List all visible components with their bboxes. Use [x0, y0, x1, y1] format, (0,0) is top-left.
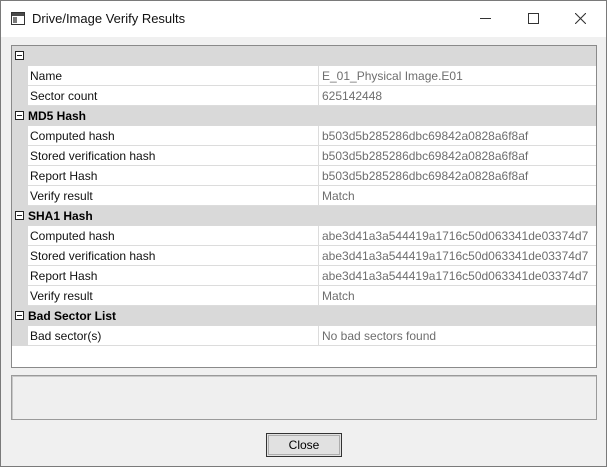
property-name: Stored verification hash: [28, 246, 319, 266]
property-row[interactable]: Sector count 625142448: [12, 86, 596, 106]
verify-results-window: Drive/Image Verify Results Name E_01_Phys…: [0, 0, 607, 467]
property-name: Name: [28, 66, 319, 86]
property-row[interactable]: Report Hash abe3d41a3a544419a1716c50d0633…: [12, 266, 596, 286]
row-gutter: [12, 126, 28, 146]
row-gutter: [12, 326, 28, 346]
row-gutter: [12, 146, 28, 166]
property-row[interactable]: Stored verification hash b503d5b285286dbc…: [12, 146, 596, 166]
collapse-icon[interactable]: [15, 51, 24, 60]
property-value[interactable]: abe3d41a3a544419a1716c50d063341de03374d7: [319, 246, 596, 266]
maximize-icon: [527, 12, 539, 24]
property-row[interactable]: Computed hash b503d5b285286dbc69842a0828a…: [12, 126, 596, 146]
property-row[interactable]: Verify result Match: [12, 286, 596, 306]
property-name: Report Hash: [28, 266, 319, 286]
property-row[interactable]: Verify result Match: [12, 186, 596, 206]
property-row[interactable]: Report Hash b503d5b285286dbc69842a0828a6f…: [12, 166, 596, 186]
property-name: Computed hash: [28, 126, 319, 146]
minimize-button[interactable]: [462, 1, 508, 35]
section-header-bad-sectors[interactable]: Bad Sector List: [12, 306, 596, 326]
close-button[interactable]: Close: [266, 433, 342, 457]
property-value[interactable]: Match: [319, 286, 596, 306]
property-value[interactable]: abe3d41a3a544419a1716c50d063341de03374d7: [319, 226, 596, 246]
property-value[interactable]: E_01_Physical Image.E01: [319, 66, 596, 86]
property-name: Computed hash: [28, 226, 319, 246]
row-gutter: [12, 286, 28, 306]
row-gutter: [12, 166, 28, 186]
property-value[interactable]: abe3d41a3a544419a1716c50d063341de03374d7: [319, 266, 596, 286]
property-row[interactable]: Computed hash abe3d41a3a544419a1716c50d06…: [12, 226, 596, 246]
property-row[interactable]: Name E_01_Physical Image.E01: [12, 66, 596, 86]
section-header-root[interactable]: [12, 46, 596, 66]
close-icon: [574, 12, 586, 24]
property-value[interactable]: Match: [319, 186, 596, 206]
property-value[interactable]: No bad sectors found: [319, 326, 596, 346]
property-value[interactable]: b503d5b285286dbc69842a0828a6f8af: [319, 126, 596, 146]
section-label: SHA1 Hash: [28, 209, 93, 223]
collapse-icon[interactable]: [15, 111, 24, 120]
row-gutter: [12, 226, 28, 246]
property-value[interactable]: b503d5b285286dbc69842a0828a6f8af: [319, 146, 596, 166]
close-window-button[interactable]: [557, 1, 603, 35]
collapse-icon[interactable]: [15, 211, 24, 220]
minimize-icon: [479, 17, 491, 19]
section-header-md5[interactable]: MD5 Hash: [12, 106, 596, 126]
property-name: Stored verification hash: [28, 146, 319, 166]
property-value[interactable]: 625142448: [319, 86, 596, 106]
section-header-sha1[interactable]: SHA1 Hash: [12, 206, 596, 226]
property-row[interactable]: Bad sector(s) No bad sectors found: [12, 326, 596, 346]
collapse-icon[interactable]: [15, 311, 24, 320]
property-row[interactable]: Stored verification hash abe3d41a3a544419…: [12, 246, 596, 266]
maximize-button[interactable]: [510, 1, 556, 35]
window-title: Drive/Image Verify Results: [32, 11, 186, 26]
status-panel: [11, 375, 597, 420]
row-gutter: [12, 86, 28, 106]
row-gutter: [12, 246, 28, 266]
property-name: Sector count: [28, 86, 319, 106]
row-gutter: [12, 266, 28, 286]
section-label: MD5 Hash: [28, 109, 87, 123]
property-name: Report Hash: [28, 166, 319, 186]
property-name: Verify result: [28, 186, 319, 206]
section-label: Bad Sector List: [28, 309, 117, 323]
property-name: Bad sector(s): [28, 326, 319, 346]
property-value[interactable]: b503d5b285286dbc69842a0828a6f8af: [319, 166, 596, 186]
row-gutter: [12, 186, 28, 206]
title-bar[interactable]: Drive/Image Verify Results: [1, 1, 606, 37]
app-window-icon: [11, 12, 25, 25]
property-name: Verify result: [28, 286, 319, 306]
row-gutter: [12, 66, 28, 86]
results-property-grid[interactable]: Name E_01_Physical Image.E01 Sector count 6…: [11, 45, 597, 368]
